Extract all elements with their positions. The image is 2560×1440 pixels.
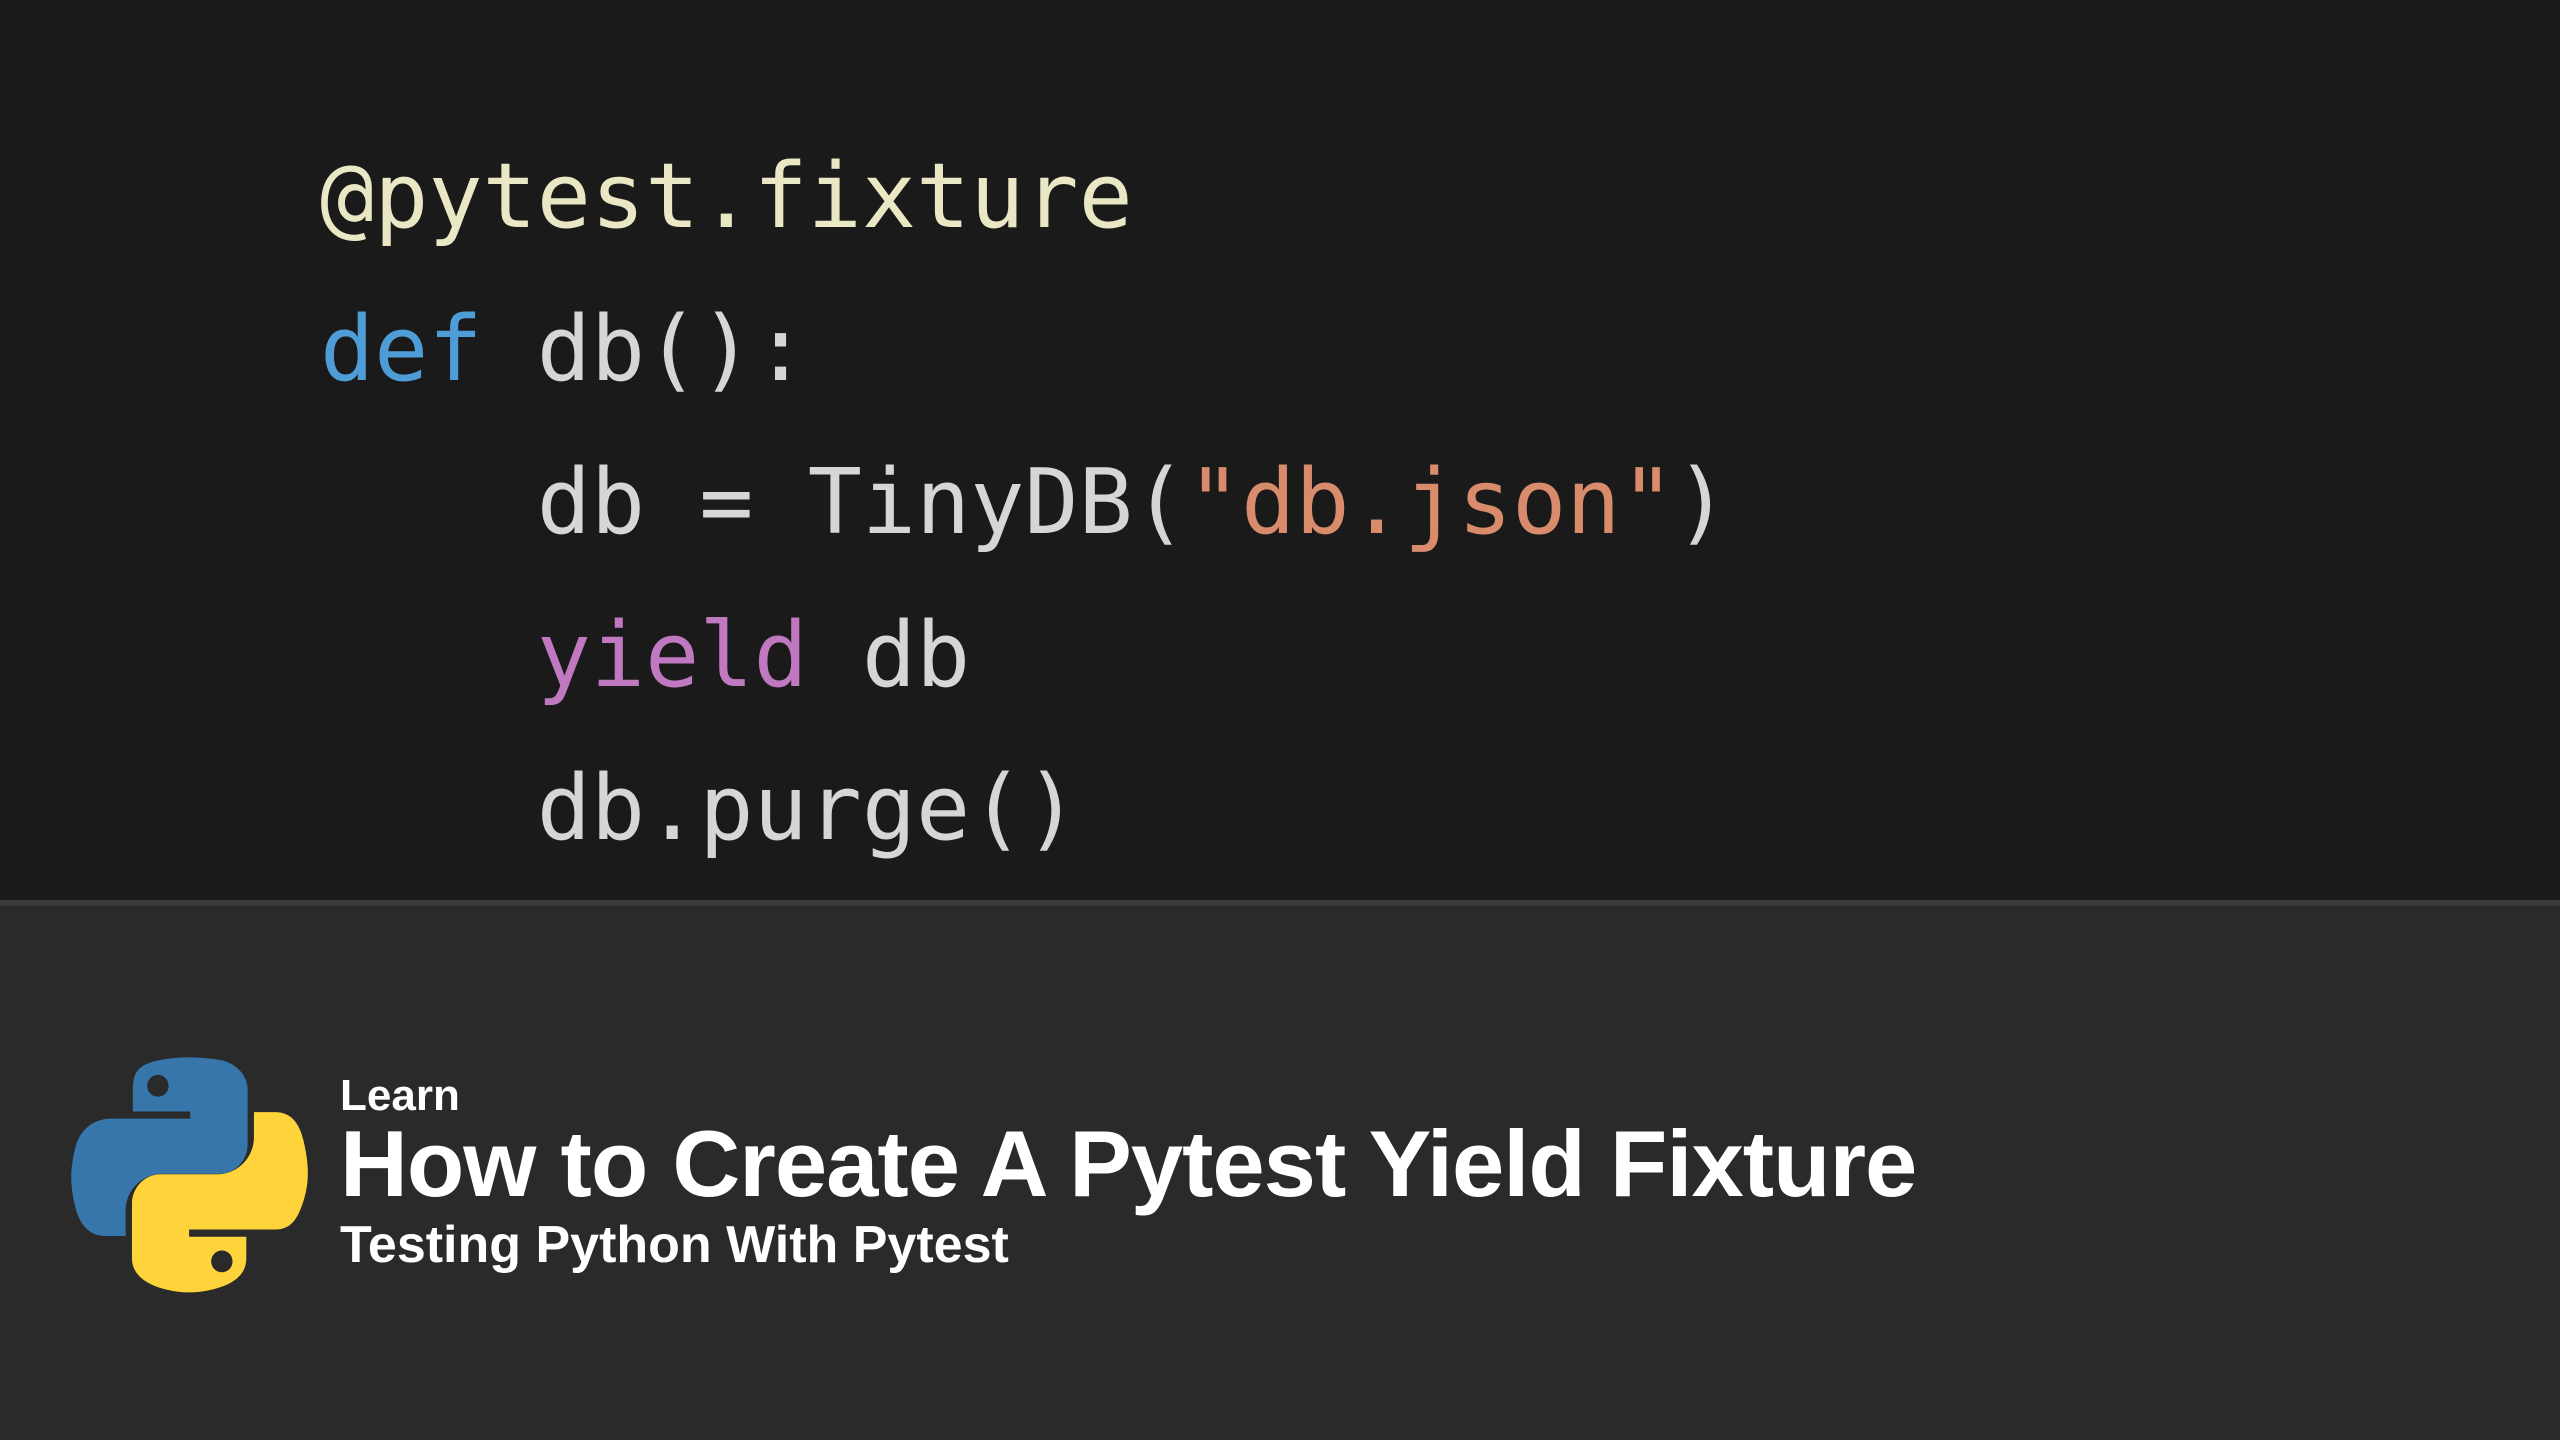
paren-close: ) [699,297,753,402]
dot: . [645,756,699,861]
class-tinydb: TinyDB [808,450,1133,555]
decorator-name: pytest.fixture [374,144,1133,249]
title-text: How to Create A Pytest Yield Fixture [340,1115,1916,1214]
var-db: db [537,450,645,555]
subtitle-text: Testing Python With Pytest [340,1215,1916,1275]
indent [320,603,537,708]
db-ref: db [537,756,645,861]
colon: : [754,297,808,402]
yield-keyword: yield [537,603,808,708]
call-open: ( [1133,450,1187,555]
paren-open: ( [645,297,699,402]
indent [320,450,537,555]
method-open: ( [970,756,1024,861]
def-keyword: def [320,297,483,402]
method-close: ) [1024,756,1078,861]
method-purge: purge [699,756,970,861]
decorator-at: @ [320,144,374,249]
banner-text: Learn How to Create A Pytest Yield Fixtu… [340,1071,1916,1276]
banner: Learn How to Create A Pytest Yield Fixtu… [0,906,2560,1440]
space [483,297,537,402]
function-name: db [537,297,645,402]
code-block: @pytest.fixture def db(): db = TinyDB("d… [320,120,2560,885]
code-snippet-area: @pytest.fixture def db(): db = TinyDB("d… [0,0,2560,900]
string-literal: "db.json" [1187,450,1675,555]
yield-value: db [862,603,970,708]
python-logo-icon [70,1053,310,1293]
call-close: ) [1675,450,1729,555]
indent [320,756,537,861]
assign-op: = [645,450,808,555]
space [808,603,862,708]
